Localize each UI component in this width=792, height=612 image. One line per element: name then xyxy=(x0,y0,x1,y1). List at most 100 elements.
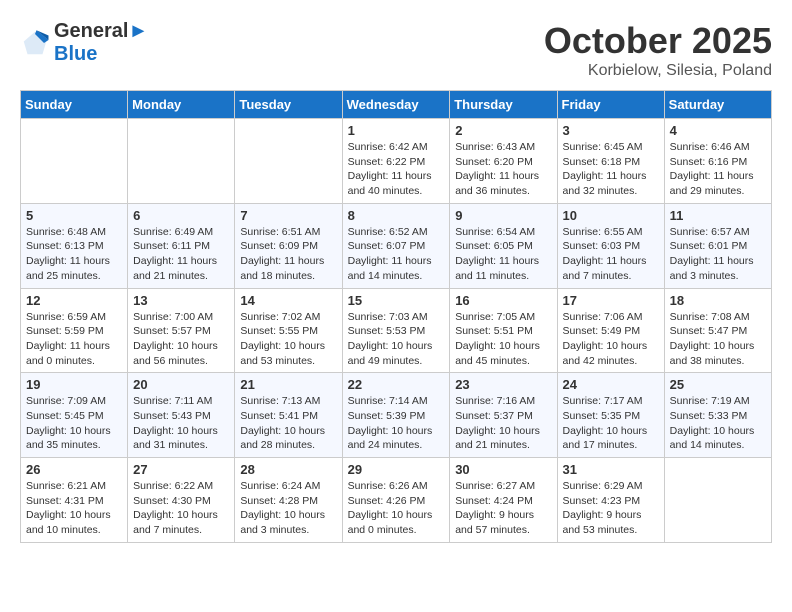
day-number: 5 xyxy=(26,208,122,223)
day-number: 22 xyxy=(348,377,445,392)
calendar-cell: 12 Sunrise: 6:59 AM Sunset: 5:59 PM Dayli… xyxy=(21,288,128,373)
calendar-cell: 14 Sunrise: 7:02 AM Sunset: 5:55 PM Dayli… xyxy=(235,288,342,373)
calendar-cell: 9 Sunrise: 6:54 AM Sunset: 6:05 PM Daylig… xyxy=(450,203,557,288)
calendar-cell: 30 Sunrise: 6:27 AM Sunset: 4:24 PM Dayli… xyxy=(450,458,557,543)
day-info: Sunrise: 7:13 AM Sunset: 5:41 PM Dayligh… xyxy=(240,394,336,453)
day-number: 12 xyxy=(26,293,122,308)
logo-text: General► Blue xyxy=(54,20,148,66)
calendar-cell: 27 Sunrise: 6:22 AM Sunset: 4:30 PM Dayli… xyxy=(128,458,235,543)
day-info: Sunrise: 7:05 AM Sunset: 5:51 PM Dayligh… xyxy=(455,310,551,369)
calendar-cell: 8 Sunrise: 6:52 AM Sunset: 6:07 PM Daylig… xyxy=(342,203,450,288)
day-number: 21 xyxy=(240,377,336,392)
day-number: 4 xyxy=(670,123,766,138)
day-number: 11 xyxy=(670,208,766,223)
day-number: 1 xyxy=(348,123,445,138)
day-number: 31 xyxy=(563,462,659,477)
calendar-cell xyxy=(235,119,342,204)
calendar-cell: 4Sunrise: 6:46 AM Sunset: 6:16 PM Daylig… xyxy=(664,119,771,204)
calendar-cell: 22 Sunrise: 7:14 AM Sunset: 5:39 PM Dayli… xyxy=(342,373,450,458)
day-info: Sunrise: 6:52 AM Sunset: 6:07 PM Dayligh… xyxy=(348,225,445,284)
calendar-week-1: 5 Sunrise: 6:48 AM Sunset: 6:13 PM Daylig… xyxy=(21,203,772,288)
calendar-cell: 23Sunrise: 7:16 AM Sunset: 5:37 PM Dayli… xyxy=(450,373,557,458)
calendar-cell: 17Sunrise: 7:06 AM Sunset: 5:49 PM Dayli… xyxy=(557,288,664,373)
calendar-cell: 6 Sunrise: 6:49 AM Sunset: 6:11 PM Daylig… xyxy=(128,203,235,288)
calendar-week-3: 19Sunrise: 7:09 AM Sunset: 5:45 PM Dayli… xyxy=(21,373,772,458)
day-number: 9 xyxy=(455,208,551,223)
day-number: 26 xyxy=(26,462,122,477)
day-info: Sunrise: 6:59 AM Sunset: 5:59 PM Dayligh… xyxy=(26,310,122,369)
calendar-table: SundayMondayTuesdayWednesdayThursdayFrid… xyxy=(20,90,772,543)
calendar-week-0: 1 Sunrise: 6:42 AM Sunset: 6:22 PM Daylig… xyxy=(21,119,772,204)
day-number: 10 xyxy=(563,208,659,223)
calendar-cell: 7 Sunrise: 6:51 AM Sunset: 6:09 PM Daylig… xyxy=(235,203,342,288)
col-header-tuesday: Tuesday xyxy=(235,91,342,119)
calendar-cell xyxy=(128,119,235,204)
calendar-cell: 2Sunrise: 6:43 AM Sunset: 6:20 PM Daylig… xyxy=(450,119,557,204)
day-number: 27 xyxy=(133,462,229,477)
calendar-cell: 19Sunrise: 7:09 AM Sunset: 5:45 PM Dayli… xyxy=(21,373,128,458)
day-info: Sunrise: 6:54 AM Sunset: 6:05 PM Dayligh… xyxy=(455,225,551,284)
day-info: Sunrise: 7:11 AM Sunset: 5:43 PM Dayligh… xyxy=(133,394,229,453)
calendar-cell: 3 Sunrise: 6:45 AM Sunset: 6:18 PM Daylig… xyxy=(557,119,664,204)
day-info: Sunrise: 7:17 AM Sunset: 5:35 PM Dayligh… xyxy=(563,394,659,453)
day-info: Sunrise: 7:03 AM Sunset: 5:53 PM Dayligh… xyxy=(348,310,445,369)
day-number: 28 xyxy=(240,462,336,477)
day-info: Sunrise: 6:45 AM Sunset: 6:18 PM Dayligh… xyxy=(563,140,659,199)
day-info: Sunrise: 6:21 AM Sunset: 4:31 PM Dayligh… xyxy=(26,479,122,538)
day-number: 17 xyxy=(563,293,659,308)
calendar-header-row: SundayMondayTuesdayWednesdayThursdayFrid… xyxy=(21,91,772,119)
day-number: 29 xyxy=(348,462,445,477)
month-title: October 2025 xyxy=(544,20,772,62)
day-info: Sunrise: 6:42 AM Sunset: 6:22 PM Dayligh… xyxy=(348,140,445,199)
day-info: Sunrise: 7:08 AM Sunset: 5:47 PM Dayligh… xyxy=(670,310,766,369)
calendar-cell xyxy=(21,119,128,204)
day-number: 16 xyxy=(455,293,551,308)
day-number: 2 xyxy=(455,123,551,138)
calendar-cell: 25 Sunrise: 7:19 AM Sunset: 5:33 PM Dayli… xyxy=(664,373,771,458)
day-number: 7 xyxy=(240,208,336,223)
day-number: 24 xyxy=(563,377,659,392)
day-info: Sunrise: 6:26 AM Sunset: 4:26 PM Dayligh… xyxy=(348,479,445,538)
col-header-monday: Monday xyxy=(128,91,235,119)
calendar-cell: 28 Sunrise: 6:24 AM Sunset: 4:28 PM Dayli… xyxy=(235,458,342,543)
calendar-cell: 31 Sunrise: 6:29 AM Sunset: 4:23 PM Dayli… xyxy=(557,458,664,543)
day-number: 25 xyxy=(670,377,766,392)
day-number: 8 xyxy=(348,208,445,223)
location: Korbielow, Silesia, Poland xyxy=(544,62,772,80)
day-number: 18 xyxy=(670,293,766,308)
day-number: 6 xyxy=(133,208,229,223)
calendar-cell: 11 Sunrise: 6:57 AM Sunset: 6:01 PM Dayli… xyxy=(664,203,771,288)
day-number: 3 xyxy=(563,123,659,138)
col-header-saturday: Saturday xyxy=(664,91,771,119)
day-number: 14 xyxy=(240,293,336,308)
calendar-cell xyxy=(664,458,771,543)
calendar-cell: 15Sunrise: 7:03 AM Sunset: 5:53 PM Dayli… xyxy=(342,288,450,373)
calendar-cell: 24 Sunrise: 7:17 AM Sunset: 5:35 PM Dayli… xyxy=(557,373,664,458)
day-info: Sunrise: 6:29 AM Sunset: 4:23 PM Dayligh… xyxy=(563,479,659,538)
logo-icon xyxy=(20,28,50,58)
day-info: Sunrise: 6:49 AM Sunset: 6:11 PM Dayligh… xyxy=(133,225,229,284)
day-number: 30 xyxy=(455,462,551,477)
calendar-cell: 5 Sunrise: 6:48 AM Sunset: 6:13 PM Daylig… xyxy=(21,203,128,288)
page-header: General► Blue October 2025 Korbielow, Si… xyxy=(20,20,772,80)
day-info: Sunrise: 7:19 AM Sunset: 5:33 PM Dayligh… xyxy=(670,394,766,453)
day-info: Sunrise: 6:51 AM Sunset: 6:09 PM Dayligh… xyxy=(240,225,336,284)
col-header-friday: Friday xyxy=(557,91,664,119)
day-info: Sunrise: 6:27 AM Sunset: 4:24 PM Dayligh… xyxy=(455,479,551,538)
day-info: Sunrise: 7:14 AM Sunset: 5:39 PM Dayligh… xyxy=(348,394,445,453)
day-info: Sunrise: 6:55 AM Sunset: 6:03 PM Dayligh… xyxy=(563,225,659,284)
calendar-cell: 21 Sunrise: 7:13 AM Sunset: 5:41 PM Dayli… xyxy=(235,373,342,458)
calendar-cell: 10 Sunrise: 6:55 AM Sunset: 6:03 PM Dayli… xyxy=(557,203,664,288)
day-info: Sunrise: 6:22 AM Sunset: 4:30 PM Dayligh… xyxy=(133,479,229,538)
col-header-sunday: Sunday xyxy=(21,91,128,119)
day-info: Sunrise: 7:00 AM Sunset: 5:57 PM Dayligh… xyxy=(133,310,229,369)
calendar-cell: 18 Sunrise: 7:08 AM Sunset: 5:47 PM Dayli… xyxy=(664,288,771,373)
day-info: Sunrise: 6:24 AM Sunset: 4:28 PM Dayligh… xyxy=(240,479,336,538)
day-info: Sunrise: 6:57 AM Sunset: 6:01 PM Dayligh… xyxy=(670,225,766,284)
day-info: Sunrise: 7:02 AM Sunset: 5:55 PM Dayligh… xyxy=(240,310,336,369)
calendar-cell: 20Sunrise: 7:11 AM Sunset: 5:43 PM Dayli… xyxy=(128,373,235,458)
day-info: Sunrise: 6:48 AM Sunset: 6:13 PM Dayligh… xyxy=(26,225,122,284)
day-number: 13 xyxy=(133,293,229,308)
logo: General► Blue xyxy=(20,20,148,66)
calendar-cell: 26 Sunrise: 6:21 AM Sunset: 4:31 PM Dayli… xyxy=(21,458,128,543)
